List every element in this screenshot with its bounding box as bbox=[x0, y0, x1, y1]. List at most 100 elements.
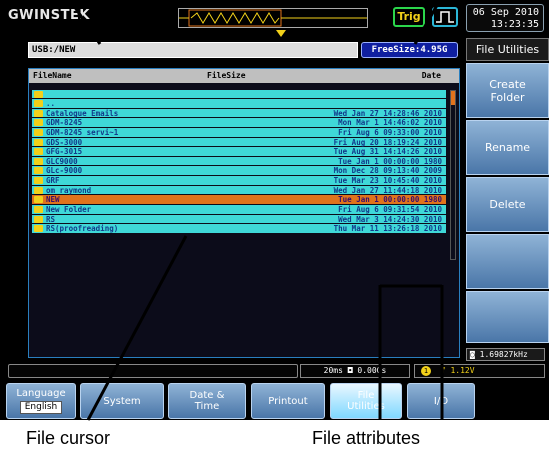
entry-name: New Folder bbox=[46, 205, 92, 215]
file-row[interactable]: GLc-9000 Mon Dec 28 09:13:40 2009 bbox=[32, 166, 446, 177]
file-list-scrollbar[interactable] bbox=[450, 90, 456, 260]
entry-name: GDS-3000 bbox=[46, 137, 83, 147]
entry-date: Tue Jan 1 00:00:00 1980 bbox=[338, 156, 442, 166]
file-row[interactable]: GDM-8245 Mon Mar 1 14:46:02 2010 bbox=[32, 118, 446, 128]
entry-date: Wed Mar 3 14:24:30 2010 bbox=[338, 214, 442, 224]
file-row[interactable]: RS(proofreading) Thu Mar 11 13:26:18 2010 bbox=[32, 224, 446, 234]
menu-title: File Utilities bbox=[466, 38, 549, 61]
tab-system[interactable]: System bbox=[80, 383, 164, 419]
tab-printout[interactable]: Printout bbox=[251, 383, 325, 419]
trigger-channel-badge: 1 bbox=[421, 365, 431, 376]
entry-name: om raymond bbox=[46, 185, 92, 195]
oscilloscope-screen: GWINSTEK Trig 06 Sep 2010 13:23:35 USB:/… bbox=[0, 0, 549, 420]
tab-file-utilities[interactable]: File Utilities bbox=[330, 383, 402, 419]
folder-icon bbox=[34, 138, 43, 146]
entry-date: Fri Aug 6 09:33:00 2010 bbox=[338, 127, 442, 137]
frequency-icon: ◙ bbox=[470, 350, 480, 359]
folder-icon bbox=[34, 128, 43, 136]
timebase-value: 20ms bbox=[323, 366, 343, 375]
entry-date: Mon Mar 1 14:46:02 2010 bbox=[338, 118, 442, 128]
waveform-overview-icon bbox=[179, 9, 367, 27]
file-row[interactable]: om raymond Wed Jan 27 11:44:18 2010 bbox=[32, 185, 446, 196]
file-row[interactable]: Catalogue Emails Wed Jan 27 14:28:46 2010 bbox=[32, 108, 446, 119]
entry-date: Fri Aug 20 18:19:24 2010 bbox=[333, 137, 442, 147]
folder-icon bbox=[34, 119, 43, 127]
bottom-menu-bar: Language English System Date & Time Printout… bbox=[0, 381, 549, 420]
folder-icon bbox=[34, 91, 43, 98]
trigger-status-badge: Trig bbox=[393, 7, 425, 27]
frequency-counter: ◙ 1.69827kHz bbox=[466, 348, 545, 361]
tab-label: System bbox=[103, 395, 141, 407]
time-text: 13:23:35 bbox=[490, 19, 539, 30]
folder-icon bbox=[34, 186, 43, 194]
column-filename: FileName bbox=[33, 71, 72, 80]
rename-button[interactable]: Rename bbox=[466, 120, 549, 175]
entry-date: Thu Mar 11 13:26:18 2010 bbox=[333, 224, 442, 234]
entry-name: GDM-8245 servi~1 bbox=[46, 127, 119, 137]
folder-icon bbox=[34, 109, 43, 117]
folder-icon bbox=[34, 196, 43, 204]
tab-i-o[interactable]: I/O bbox=[407, 383, 475, 419]
entry-date: Tue Aug 31 14:14:26 2010 bbox=[333, 147, 442, 157]
create-folder-button[interactable]: Create Folder bbox=[466, 63, 549, 118]
tab-date-time[interactable]: Date & Time bbox=[168, 383, 246, 419]
entry-name: RS bbox=[46, 214, 56, 224]
file-row[interactable]: GDS-3000 Fri Aug 20 18:19:24 2010 bbox=[32, 137, 446, 148]
entry-name: GRF bbox=[46, 176, 60, 186]
delay-value: 0.000s bbox=[357, 366, 387, 375]
date-time-display: 06 Sep 2010 13:23:35 bbox=[466, 4, 544, 32]
parent-directory-entry[interactable]: .. bbox=[32, 99, 446, 109]
trigger-level-value: 1.12V bbox=[450, 366, 475, 375]
tab-label: File Utilities bbox=[347, 390, 385, 412]
trigger-position-marker-icon bbox=[276, 30, 286, 37]
entry-name: GDM-8245 bbox=[46, 118, 83, 128]
root-entry[interactable] bbox=[32, 90, 446, 99]
waveform-overview bbox=[178, 8, 368, 28]
date-text: 06 Sep 2010 bbox=[472, 7, 539, 18]
empty-menu-button-5[interactable] bbox=[466, 291, 549, 343]
delete-button[interactable]: Delete bbox=[466, 177, 549, 232]
entry-date: Wed Jan 27 11:44:18 2010 bbox=[333, 185, 442, 195]
entry-name: NEW bbox=[46, 195, 60, 205]
current-path: USB:/NEW bbox=[28, 42, 358, 58]
tab-label: Date & Time bbox=[189, 390, 225, 412]
file-row[interactable]: GLC9000 Tue Jan 1 00:00:00 1980 bbox=[32, 156, 446, 167]
frequency-value: 1.69827kHz bbox=[479, 350, 528, 359]
file-cursor-label: File cursor bbox=[26, 428, 111, 448]
folder-icon bbox=[34, 177, 43, 185]
file-browser[interactable]: FileName FileSize Date .. Catalogue Emai… bbox=[28, 68, 460, 358]
entry-name: .. bbox=[46, 99, 56, 108]
tab-language[interactable]: Language English bbox=[6, 383, 76, 419]
status-bar-left bbox=[8, 364, 298, 378]
folder-icon bbox=[34, 225, 43, 233]
folder-up-icon bbox=[34, 100, 43, 107]
file-cursor-row[interactable]: NEW Tue Jan 1 00:00:00 1980 bbox=[32, 195, 446, 206]
tab-sub-value: English bbox=[19, 401, 63, 414]
timebase-readout: 20ms ◘ 0.000s bbox=[300, 364, 410, 378]
tab-label: Language bbox=[16, 388, 66, 399]
side-menu: File Utilities Create Folder Rename Dele… bbox=[466, 38, 549, 344]
column-date: Date bbox=[421, 71, 441, 80]
entry-name: GLc-9000 bbox=[46, 166, 83, 176]
entry-date: Fri Aug 6 09:31:54 2010 bbox=[338, 205, 442, 215]
folder-icon bbox=[34, 148, 43, 156]
tab-label: Printout bbox=[268, 395, 308, 407]
trigger-level-readout: 1 ƒ 1.12V bbox=[414, 364, 545, 378]
entry-date: Wed Jan 27 14:28:46 2010 bbox=[333, 108, 442, 118]
top-status-bar: GWINSTEK Trig 06 Sep 2010 13:23:35 bbox=[0, 0, 549, 38]
entry-date: Tue Jan 1 00:00:00 1980 bbox=[338, 195, 442, 205]
rising-edge-icon bbox=[432, 7, 458, 27]
file-row[interactable]: New Folder Fri Aug 6 09:31:54 2010 bbox=[32, 205, 446, 215]
tab-label: I/O bbox=[433, 395, 449, 407]
entry-name: RS(proofreading) bbox=[46, 224, 119, 234]
column-filesize: FileSize bbox=[207, 71, 246, 80]
scroll-thumb[interactable] bbox=[451, 91, 455, 105]
file-row[interactable]: GDM-8245 servi~1 Fri Aug 6 09:33:00 2010 bbox=[32, 127, 446, 138]
file-list-header: FileName FileSize Date bbox=[29, 69, 459, 83]
file-row[interactable]: RS Wed Mar 3 14:24:30 2010 bbox=[32, 214, 446, 225]
file-row[interactable]: GFG-3015 Tue Aug 31 14:14:26 2010 bbox=[32, 147, 446, 157]
entry-name: GLC9000 bbox=[46, 156, 78, 166]
empty-menu-button-4[interactable] bbox=[466, 234, 549, 289]
entry-name: GFG-3015 bbox=[46, 147, 83, 157]
file-row[interactable]: GRF Tue Mar 23 10:45:40 2010 bbox=[32, 176, 446, 186]
